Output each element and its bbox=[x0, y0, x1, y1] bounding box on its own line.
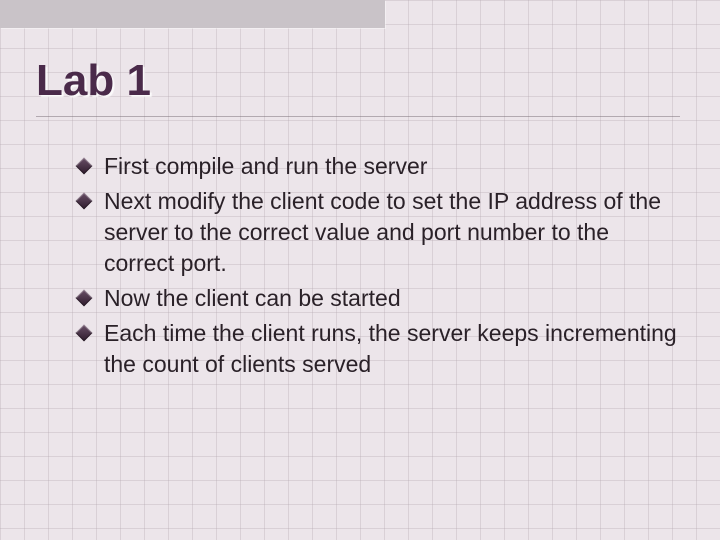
list-item: First compile and run the server bbox=[84, 151, 680, 182]
bullet-icon bbox=[76, 290, 93, 307]
bullet-icon bbox=[76, 325, 93, 342]
bullet-text: Next modify the client code to set the I… bbox=[104, 188, 661, 276]
bullet-icon bbox=[76, 193, 93, 210]
bullet-text: Each time the client runs, the server ke… bbox=[104, 320, 677, 377]
top-shadow-bar bbox=[0, 0, 385, 28]
bullet-icon bbox=[76, 158, 93, 175]
list-item: Each time the client runs, the server ke… bbox=[84, 318, 680, 380]
bullet-text: Now the client can be started bbox=[104, 285, 401, 311]
list-item: Next modify the client code to set the I… bbox=[84, 186, 680, 279]
list-item: Now the client can be started bbox=[84, 283, 680, 314]
slide-content: Lab 1 First compile and run the server N… bbox=[36, 56, 680, 384]
slide-title: Lab 1 bbox=[36, 56, 680, 117]
bullet-text: First compile and run the server bbox=[104, 153, 427, 179]
bullet-list: First compile and run the server Next mo… bbox=[36, 151, 680, 380]
